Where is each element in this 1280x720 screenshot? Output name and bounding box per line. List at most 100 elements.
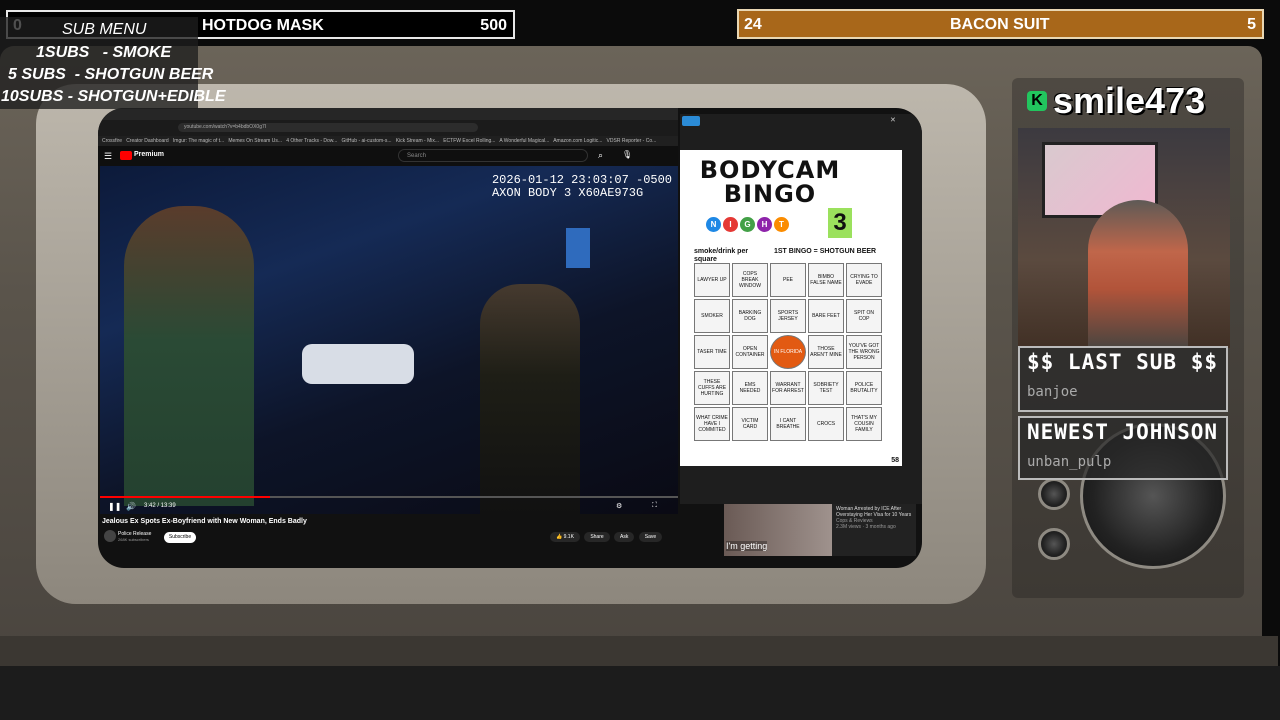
bookmark-item[interactable]: Memes On Stream Us... bbox=[228, 138, 282, 144]
sub-menu: SUB MENU 1SUBS - SMOKE 5 SUBS - SHOTGUN … bbox=[0, 17, 225, 109]
sub-menu-heading: SUB MENU bbox=[62, 21, 147, 38]
bingo-cell: THAT'S MY COUSIN FAMILY bbox=[846, 407, 882, 441]
night-balls: NIGHT bbox=[706, 214, 791, 232]
newest-follow-box: NEWEST JOHNSON unban_pulp bbox=[1018, 416, 1228, 480]
url-field[interactable]: youtube.com/watch?v=b4bdbOX0g7I bbox=[178, 123, 478, 132]
bingo-page-number: 58 bbox=[891, 457, 899, 464]
video-actions: 👍 9.1K Share Ask Save bbox=[550, 532, 665, 542]
bookmark-item[interactable]: Kick Stream - Mix... bbox=[396, 138, 439, 144]
goal-title: BACON SUIT bbox=[950, 16, 1050, 33]
bookmarks-bar: Crossfire Creator Dashboard Imgur: The m… bbox=[98, 136, 678, 146]
sub-menu-item: 10SUBS - SHOTGUN+EDIBLE bbox=[1, 88, 226, 105]
fullscreen-icon[interactable]: ⛶ bbox=[652, 502, 657, 510]
pause-icon[interactable]: ❚❚ bbox=[108, 502, 121, 511]
bingo-cell: I CANT BREATHE bbox=[770, 407, 806, 441]
channel-avatar[interactable] bbox=[104, 530, 116, 542]
bingo-cell: SPIT ON COP bbox=[846, 299, 882, 333]
tv-screen: youtube.com/watch?v=b4bdbOX0g7I Crossfir… bbox=[98, 108, 922, 568]
bingo-cell: SMOKER bbox=[694, 299, 730, 333]
bingo-card: BODYCAM BINGO NIGHT 3 smoke/drink per sq… bbox=[680, 150, 902, 466]
bookmark-item[interactable]: 4 Other Tracks - Dow... bbox=[286, 138, 337, 144]
bookmark-item[interactable]: Crossfire bbox=[102, 138, 122, 144]
ask-button[interactable]: Ask bbox=[614, 532, 635, 542]
floor bbox=[0, 666, 1280, 720]
sub-menu-item: 1SUBS - SMOKE bbox=[36, 44, 172, 61]
up-next-info: Woman Arrested by ICE After Overstaying … bbox=[836, 506, 916, 530]
sub-menu-item: 5 SUBS - SHOTGUN BEER bbox=[8, 66, 214, 83]
bingo-cell: BARKING DOG bbox=[732, 299, 768, 333]
video-person-woman bbox=[124, 206, 254, 506]
camera-id-text: AXON BODY 3 X60AE973G bbox=[491, 186, 644, 200]
browser-tab-strip[interactable] bbox=[98, 108, 678, 120]
mic-icon[interactable]: 🎙 bbox=[622, 150, 632, 159]
bingo-cell: PEE bbox=[770, 263, 806, 297]
up-next-thumbnail[interactable]: I'm getting bbox=[724, 504, 832, 556]
bingo-cell: WHAT CRIME HAVE I COMMITED bbox=[694, 407, 730, 441]
bingo-free-cell: IN FLORIDA bbox=[770, 335, 806, 369]
last-sub-box: $$ LAST SUB $$ banjoe bbox=[1018, 346, 1228, 412]
bingo-number: 3 bbox=[828, 208, 852, 238]
goal-target: 500 bbox=[480, 17, 507, 34]
subscribe-button[interactable]: Subscribe bbox=[164, 532, 196, 543]
streamer-name: smile473 bbox=[1053, 80, 1206, 121]
up-next-item[interactable]: I'm getting Woman Arrested by ICE After … bbox=[724, 504, 916, 556]
kick-icon: K bbox=[1027, 91, 1047, 111]
video-time: 3:42 / 13:39 bbox=[144, 503, 176, 509]
goal-target: 5 bbox=[1247, 16, 1256, 33]
menu-icon[interactable]: ☰ bbox=[104, 151, 112, 162]
bingo-grid: LAWYER UP COPS BREAK WINDOW PEE BIMBO FA… bbox=[694, 263, 888, 455]
youtube-search-input[interactable]: Search bbox=[398, 149, 588, 162]
youtube-logo-text[interactable]: Premium bbox=[134, 151, 164, 158]
save-button[interactable]: Save bbox=[638, 532, 663, 542]
webcam-feed bbox=[1018, 128, 1230, 348]
last-sub-name: banjoe bbox=[1027, 384, 1078, 400]
settings-icon[interactable]: ⚙ bbox=[616, 502, 622, 510]
video-sign bbox=[566, 228, 590, 268]
share-button[interactable]: Share bbox=[584, 532, 610, 542]
bookmark-item[interactable]: VDSR Reporter - Co... bbox=[607, 138, 657, 144]
up-next-title[interactable]: Woman Arrested by ICE After Overstaying … bbox=[836, 506, 916, 518]
bingo-cell: COPS BREAK WINDOW bbox=[732, 263, 768, 297]
bingo-cell: EMS NEEDED bbox=[732, 371, 768, 405]
youtube-header: ☰ Premium Search ⌕ 🎙 bbox=[98, 146, 678, 166]
bingo-cell: LAWYER UP bbox=[694, 263, 730, 297]
bingo-cell: BIMBO FALSE NAME bbox=[808, 263, 844, 297]
night-ball: G bbox=[740, 217, 755, 232]
progress-played[interactable] bbox=[100, 496, 270, 498]
channel-info: Police Release 268K subscribers bbox=[118, 531, 151, 542]
bookmark-item[interactable]: Amazon.com Logitic... bbox=[553, 138, 602, 144]
bookmark-item[interactable]: A Wonderful Magical... bbox=[499, 138, 549, 144]
tv-base bbox=[0, 636, 1278, 666]
video-title: Jealous Ex Spots Ex-Boyfriend with New W… bbox=[102, 518, 307, 525]
goal-bar-bacon: 24 BACON SUIT 5 bbox=[737, 9, 1264, 39]
bingo-rule-right: 1ST BINGO = SHOTGUN BEER bbox=[774, 248, 877, 255]
bookmark-item[interactable]: Imgur: The magic of t... bbox=[173, 138, 224, 144]
bingo-cell: POLICE BRUTALITY bbox=[846, 371, 882, 405]
bingo-cell: SPORTS JERSEY bbox=[770, 299, 806, 333]
bookmark-item[interactable]: ECTFW Excel Rolling... bbox=[443, 138, 495, 144]
bingo-cell: YOU'VE GOT THE WRONG PERSON bbox=[846, 335, 882, 369]
webcam-streamer bbox=[1088, 200, 1188, 348]
browser-address-bar[interactable]: youtube.com/watch?v=b4bdbOX0g7I bbox=[98, 120, 678, 136]
volume-icon[interactable]: 🔊 bbox=[126, 502, 136, 511]
bookmark-item[interactable]: Creator Dashboard bbox=[126, 138, 169, 144]
bookmark-item[interactable]: GitHub - ai-custom-s... bbox=[342, 138, 392, 144]
night-ball: I bbox=[723, 217, 738, 232]
tv-knob-small bbox=[1038, 478, 1070, 510]
window-close-icon[interactable]: ✕ bbox=[890, 116, 896, 124]
bingo-cell: BARE FEET bbox=[808, 299, 844, 333]
like-count: 9.1K bbox=[563, 534, 574, 540]
bingo-title-line1: BODYCAM bbox=[699, 156, 841, 184]
channel-subs: 268K subscribers bbox=[118, 537, 149, 542]
bingo-cell: THOSE AREN'T MINE bbox=[808, 335, 844, 369]
up-next-meta: 2.3M views · 3 months ago bbox=[836, 524, 896, 530]
search-icon[interactable]: ⌕ bbox=[598, 150, 603, 161]
streamer-name-tag: K smile473 bbox=[1021, 80, 1229, 121]
like-button[interactable]: 👍 9.1K bbox=[550, 532, 580, 542]
bingo-cell: TASER TIME bbox=[694, 335, 730, 369]
video-person-man bbox=[480, 284, 580, 514]
youtube-logo-icon[interactable] bbox=[120, 151, 132, 160]
bingo-cell: THESE CUFFS ARE HURTING bbox=[694, 371, 730, 405]
window-tab-icon[interactable] bbox=[682, 116, 700, 126]
video-player[interactable]: 2026-01-12 23:03:07 -0500 AXON BODY 3 X6… bbox=[100, 166, 678, 514]
